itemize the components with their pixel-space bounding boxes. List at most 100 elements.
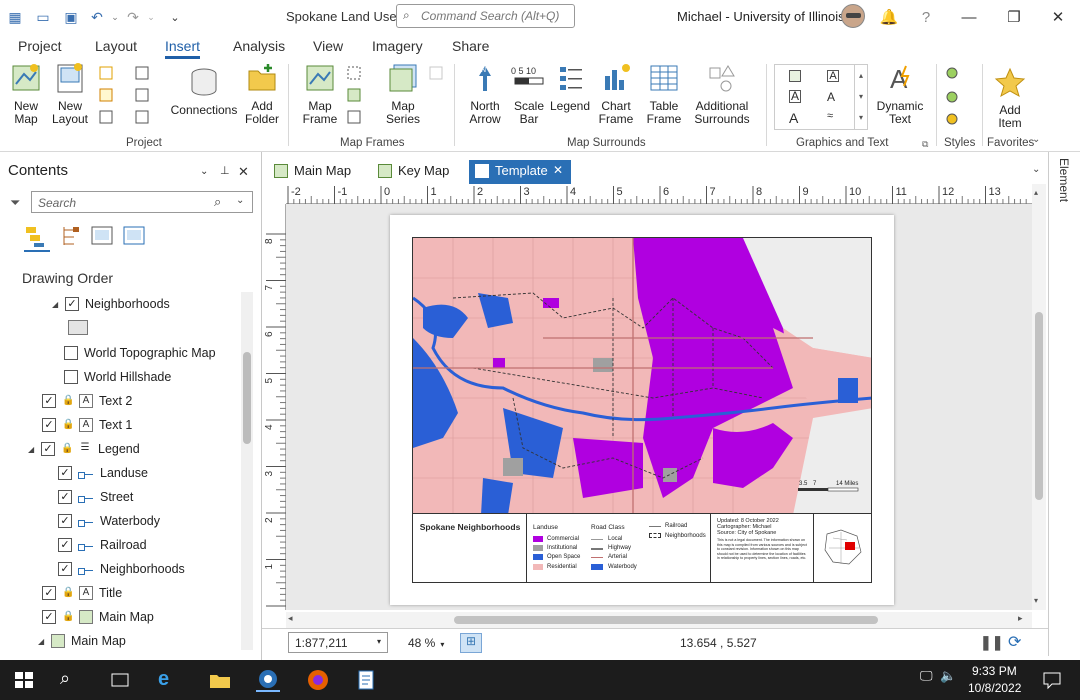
avatar[interactable] xyxy=(841,4,865,28)
lock-icon[interactable]: 🔒 xyxy=(62,419,74,431)
legend-item-railroad[interactable]: ✓ Railroad xyxy=(58,535,147,555)
style-icon[interactable] xyxy=(944,66,960,80)
redo-dropdown-icon[interactable]: ⌄ xyxy=(142,8,160,26)
text-icon[interactable]: A xyxy=(789,110,798,126)
firefox-icon[interactable] xyxy=(306,668,330,692)
snapping-toggle[interactable]: ⊞ xyxy=(460,633,482,653)
table-frame-button[interactable]: Table Frame xyxy=(640,62,688,126)
report-icon[interactable] xyxy=(134,66,150,80)
tab-project[interactable]: Project xyxy=(18,38,62,54)
contents-scroll-thumb[interactable] xyxy=(243,352,251,444)
element-text-2[interactable]: ✓ 🔒 A Text 2 xyxy=(42,391,132,411)
file-explorer-icon[interactable] xyxy=(208,668,232,692)
dynamic-text-button[interactable]: A Dynamic Text xyxy=(874,62,926,126)
grid-icon[interactable] xyxy=(346,66,362,80)
pin-icon[interactable]: ⊥ xyxy=(220,164,230,177)
layer-neighborhoods[interactable]: ◢ ✓ Neighborhoods xyxy=(52,294,170,314)
checkbox[interactable] xyxy=(64,370,78,384)
lock-icon[interactable]: 🔒 xyxy=(61,443,73,455)
windows-start-icon[interactable] xyxy=(12,668,36,692)
pane-close-icon[interactable]: ✕ xyxy=(238,164,249,180)
edge-browser-icon[interactable]: e xyxy=(158,668,182,692)
save-project-icon[interactable]: ▣ xyxy=(62,8,80,26)
notification-icon[interactable]: 🔔 xyxy=(878,6,900,28)
chart-frame-button[interactable]: Chart Frame xyxy=(594,62,638,126)
legend-item-neighborhoods[interactable]: ✓ Neighborhoods xyxy=(58,559,185,579)
scale-selector[interactable]: 1:877,211 ▾ xyxy=(288,632,388,653)
canvas-horizontal-scrollbar[interactable]: ◂ ▸ xyxy=(286,612,1032,628)
zoom-selector[interactable]: 48 % ▾ xyxy=(408,636,444,650)
toolbox-icon[interactable] xyxy=(98,110,114,124)
text-box-icon[interactable]: A xyxy=(789,90,801,103)
tab-layout[interactable]: Layout xyxy=(95,38,137,54)
graphics-gallery[interactable]: A A A A ≈ ▴ ▾ ▾ xyxy=(774,64,868,130)
list-by-selection-icon[interactable] xyxy=(90,224,114,248)
taskbar-search-icon[interactable]: ⌕ xyxy=(60,668,84,692)
notepad-icon[interactable] xyxy=(354,668,378,692)
layout-canvas[interactable]: 3.5 7 14 Miles Spokane Neighborhoods Lan… xyxy=(286,204,1032,610)
map-main-map[interactable]: ◢ Main Map xyxy=(38,631,126,651)
user-name[interactable]: Michael - University of Illinois xyxy=(677,9,845,24)
tabs-overflow-icon[interactable]: ⌄ xyxy=(1032,164,1040,175)
symbol-swatch[interactable] xyxy=(68,320,88,335)
redo-icon[interactable]: ↷ xyxy=(124,8,142,26)
add-data-icon[interactable] xyxy=(98,66,114,80)
search-options-icon[interactable]: ⌄ xyxy=(236,195,244,206)
checkbox[interactable]: ✓ xyxy=(42,418,56,432)
lock-icon[interactable]: 🔒 xyxy=(62,587,74,599)
curved-text-icon[interactable]: ≈ xyxy=(827,110,833,122)
open-project-icon[interactable]: ▭ xyxy=(34,8,52,26)
taskbar-date[interactable]: 10/8/2022 xyxy=(968,681,1021,695)
list-by-source-icon[interactable] xyxy=(60,224,82,248)
arcgis-pro-icon[interactable] xyxy=(256,668,280,692)
rectangle-icon[interactable] xyxy=(789,70,801,82)
launcher-icon[interactable]: ⧉ xyxy=(922,139,928,150)
tab-insert[interactable]: Insert xyxy=(165,38,201,59)
tab-template[interactable]: Template ✕ xyxy=(469,160,571,184)
element-pane-tab[interactable]: Element xyxy=(1048,152,1080,656)
bookmark-icon[interactable] xyxy=(428,66,444,80)
checkbox[interactable]: ✓ xyxy=(41,442,55,456)
scroll-up-icon[interactable]: ▴ xyxy=(1034,188,1038,197)
minimize-button[interactable]: — xyxy=(958,6,980,28)
polygon-text-icon[interactable]: A xyxy=(827,90,835,104)
layer-world-topographic-map[interactable]: World Topographic Map xyxy=(64,343,216,363)
undo-dropdown-icon[interactable]: ⌄ xyxy=(106,8,124,26)
customize-toolbar-icon[interactable]: ⌄ xyxy=(166,8,184,26)
reshape-icon[interactable] xyxy=(346,88,362,102)
scroll-left-icon[interactable]: ◂ xyxy=(288,613,293,624)
new-project-icon[interactable]: ▦ xyxy=(6,8,24,26)
collapse-ribbon-icon[interactable]: ⌄ xyxy=(1032,134,1040,145)
rectangle-text-icon[interactable]: A xyxy=(827,70,839,82)
checkbox[interactable]: ✓ xyxy=(58,466,72,480)
undo-icon[interactable]: ↶ xyxy=(88,8,106,26)
checkbox[interactable]: ✓ xyxy=(42,586,56,600)
checkbox[interactable]: ✓ xyxy=(42,394,56,408)
checkbox[interactable]: ✓ xyxy=(58,538,72,552)
contents-scrollbar[interactable] xyxy=(241,292,253,650)
import-icon[interactable] xyxy=(98,88,114,102)
extent-indicator-icon[interactable] xyxy=(346,110,362,124)
horizontal-scroll-thumb[interactable] xyxy=(454,616,878,624)
notification-center-icon[interactable] xyxy=(1040,668,1064,692)
collapse-icon[interactable]: ◢ xyxy=(52,300,62,309)
lock-icon[interactable]: 🔒 xyxy=(62,395,74,407)
add-item-button[interactable]: Add Item xyxy=(988,66,1032,130)
gallery-scroll[interactable]: ▴ ▾ ▾ xyxy=(854,65,867,129)
layer-world-hillshade[interactable]: World Hillshade xyxy=(64,367,171,387)
map-frame-button[interactable]: Map Frame xyxy=(296,62,344,126)
filter-icon[interactable]: ⏷ xyxy=(10,195,20,211)
new-map-button[interactable]: New Map xyxy=(6,62,46,126)
taskbar-time[interactable]: 9:33 PM xyxy=(972,664,1017,678)
close-button[interactable]: ✕ xyxy=(1047,6,1069,28)
legend-item-landuse[interactable]: ✓ Landuse xyxy=(58,463,148,483)
tab-view[interactable]: View xyxy=(313,38,343,54)
canvas-vertical-scrollbar[interactable]: ▴ ▾ xyxy=(1032,184,1046,610)
element-legend[interactable]: ◢ ✓ 🔒 ☰ Legend xyxy=(28,439,140,459)
legend-panel[interactable]: Spokane Neighborhoods Landuse Commercial… xyxy=(412,513,872,583)
close-tab-icon[interactable]: ✕ xyxy=(553,163,563,177)
pause-drawing-icon[interactable]: ❚❚ xyxy=(980,634,1003,651)
collapse-icon[interactable]: ◢ xyxy=(28,445,38,454)
checkbox[interactable]: ✓ xyxy=(42,610,56,624)
checkbox[interactable] xyxy=(64,346,78,360)
